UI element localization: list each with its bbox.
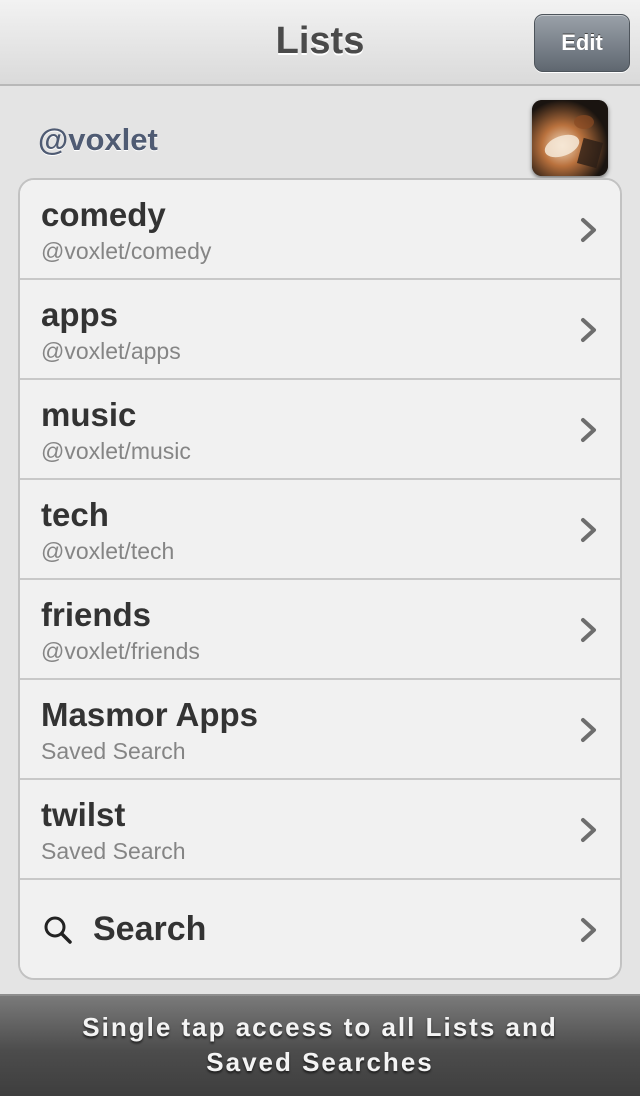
list-item[interactable]: twilst Saved Search — [20, 780, 620, 880]
chevron-right-icon — [581, 218, 596, 242]
search-icon — [44, 916, 72, 944]
list-item[interactable]: comedy @voxlet/comedy — [20, 180, 620, 280]
search-label: Search — [93, 910, 207, 948]
search-row[interactable]: Search — [20, 880, 620, 978]
list-item[interactable]: friends @voxlet/friends — [20, 580, 620, 680]
account-header: @voxlet — [0, 88, 640, 180]
avatar[interactable] — [532, 100, 608, 176]
chevron-right-icon — [581, 518, 596, 542]
list-item[interactable]: apps @voxlet/apps — [20, 280, 620, 380]
list-item[interactable]: Masmor Apps Saved Search — [20, 680, 620, 780]
list-subtitle: Saved Search — [41, 838, 186, 864]
list-subtitle: Saved Search — [41, 738, 186, 764]
lists-group: comedy @voxlet/comedy apps @voxlet/apps … — [18, 178, 622, 980]
list-title: music — [41, 396, 137, 433]
list-subtitle: @voxlet/tech — [41, 538, 175, 564]
chevron-right-icon — [581, 918, 596, 942]
list-title: comedy — [41, 196, 166, 233]
promo-line-2: Saved Searches — [206, 1047, 434, 1077]
account-handle: @voxlet — [38, 122, 158, 157]
promo-text: Single tap access to all Lists and Saved… — [0, 1010, 640, 1080]
chevron-right-icon — [581, 318, 596, 342]
edit-button[interactable]: Edit — [534, 14, 630, 72]
list-item[interactable]: tech @voxlet/tech — [20, 480, 620, 580]
list-subtitle: @voxlet/music — [41, 438, 191, 464]
list-subtitle: @voxlet/apps — [41, 338, 181, 364]
list-item[interactable]: music @voxlet/music — [20, 380, 620, 480]
chevron-right-icon — [581, 618, 596, 642]
list-title: apps — [41, 296, 119, 333]
chevron-right-icon — [581, 718, 596, 742]
navigation-bar: Lists Edit — [0, 0, 640, 86]
promo-line-1: Single tap access to all Lists and — [82, 1012, 558, 1042]
chevron-right-icon — [581, 818, 596, 842]
chevron-right-icon — [581, 418, 596, 442]
profile-photo-icon — [532, 100, 608, 176]
list-title: Masmor Apps — [41, 696, 258, 733]
list-title: tech — [41, 496, 109, 533]
list-title: friends — [41, 596, 152, 633]
list-title: twilst — [41, 796, 126, 833]
promo-banner: Single tap access to all Lists and Saved… — [0, 994, 640, 1096]
list-subtitle: @voxlet/friends — [41, 638, 200, 664]
list-subtitle: @voxlet/comedy — [41, 238, 212, 264]
